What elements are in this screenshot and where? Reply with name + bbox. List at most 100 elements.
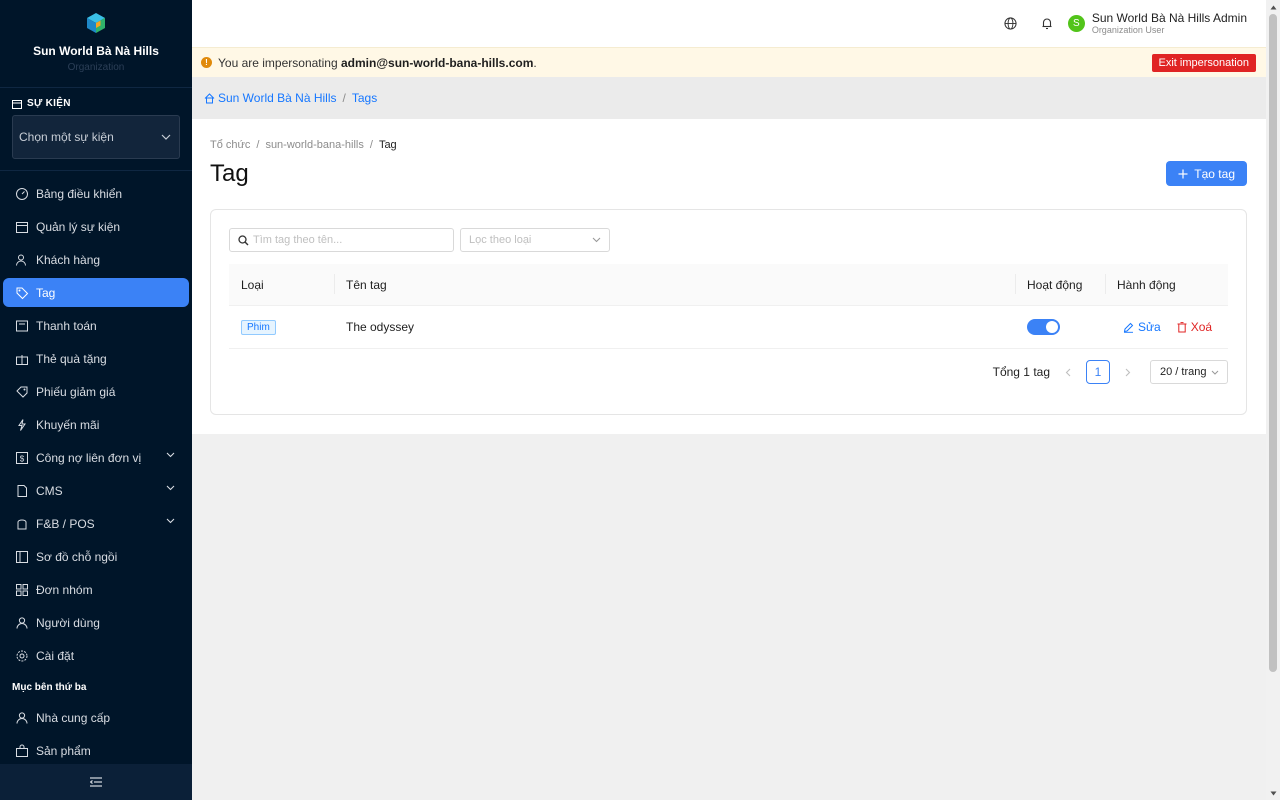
sidebar-item-cai-dat[interactable]: Cài đặt [3, 641, 189, 670]
sidebar-item-label: Thanh toán [36, 318, 97, 333]
type-filter-select[interactable] [460, 228, 610, 252]
type-filter-input[interactable] [469, 234, 592, 246]
coupon-icon [16, 386, 28, 398]
calendar-icon [12, 99, 22, 109]
sidebar-item-label: Bảng điều khiển [36, 186, 123, 201]
customers-icon [16, 254, 26, 266]
fnb-icon [17, 519, 27, 529]
page-size-select[interactable]: 20 / trang [1150, 360, 1228, 384]
edit-label: Sửa [1138, 320, 1161, 334]
page-breadcrumb: Tổ chức / sun-world-bana-hills / Tag [210, 139, 397, 151]
edit-icon [1123, 322, 1134, 333]
create-tag-button[interactable]: Tạo tag [1166, 161, 1247, 186]
svg-text:$: $ [20, 454, 25, 463]
scroll-down-arrow[interactable] [1266, 786, 1280, 800]
page-scrollbar[interactable] [1266, 0, 1280, 800]
event-select-placeholder: Chọn một sự kiện [19, 130, 114, 144]
prev-page-button[interactable] [1056, 360, 1080, 384]
sidebar: Sun World Bà Nà Hills Organization SỰ KI… [0, 0, 192, 800]
active-toggle[interactable] [1027, 319, 1060, 335]
bell-icon[interactable] [1040, 17, 1054, 31]
page-crumb-slug[interactable]: sun-world-bana-hills [265, 139, 363, 151]
brand-name: Sun World Bà Nà Hills [33, 44, 159, 58]
type-badge: Phim [241, 320, 276, 335]
sidebar-item-label: Quản lý sự kiện [36, 219, 121, 234]
tag-name: The odyssey [346, 320, 415, 334]
tag-table: Loại Tên tag Hoạt động Hành động Phim Th… [229, 264, 1228, 349]
chevron-left-icon [1065, 368, 1071, 376]
delete-button[interactable]: Xoá [1177, 320, 1212, 334]
supplier-icon [16, 711, 28, 724]
breadcrumb-home[interactable]: Sun World Bà Nà Hills [218, 91, 337, 105]
col-type-header: Loại [241, 277, 264, 292]
sidebar-item-so-do-cho-ngoi[interactable]: Sơ đồ chỗ ngồi [3, 542, 189, 571]
page-1-button[interactable]: 1 [1086, 360, 1110, 384]
chevron-down-icon [161, 134, 171, 140]
sidebar-item-bang-dieu-khien[interactable]: Bảng điều khiển [3, 179, 189, 208]
sidebar-item-label: Khách hàng [36, 252, 101, 267]
col-name-header: Tên tag [334, 273, 1015, 294]
sidebar-item-label: Công nợ liên đơn vị [36, 450, 142, 465]
table-row: Phim The odyssey Sửa Xoá [229, 306, 1228, 349]
sidebar-item-nha-cung-cap[interactable]: Nhà cung cấp [3, 703, 189, 732]
tag-icon [16, 287, 29, 299]
sidebar-item-san-pham[interactable]: Sản phẩm [3, 736, 189, 765]
sidebar-item-phieu-giam-gia[interactable]: Phiếu giảm giá [3, 377, 189, 406]
gift-icon [16, 354, 28, 365]
sidebar-item-cong-no-lien-don-vi[interactable]: $ Công nợ liên đơn vị [3, 443, 189, 472]
col-actions-header: Hành động [1105, 273, 1228, 294]
cms-icon [17, 484, 27, 497]
impersonation-suffix: . [533, 55, 537, 70]
sidebar-item-the-qua-tang[interactable]: Thẻ quà tặng [3, 344, 189, 373]
sidebar-item-thanh-toan[interactable]: Thanh toán [3, 311, 189, 340]
group-order-icon [16, 583, 28, 596]
search-icon [238, 234, 249, 245]
globe-icon[interactable] [1004, 17, 1018, 31]
col-active-header: Hoạt động [1015, 273, 1105, 294]
sidebar-item-tag[interactable]: Tag [3, 278, 189, 307]
pagination-total: Tổng 1 tag [992, 365, 1050, 379]
next-page-button[interactable] [1116, 360, 1140, 384]
empty-area [192, 434, 1266, 800]
sidebar-item-nguoi-dung[interactable]: Người dùng [3, 608, 189, 637]
content-panel: Tổ chức / sun-world-bana-hills / Tag Tag Tạo… [192, 119, 1266, 434]
edit-button[interactable]: Sửa [1123, 320, 1161, 334]
sidebar-item-don-nhom[interactable]: Đơn nhóm [3, 575, 189, 604]
sidebar-item-label: Sơ đồ chỗ ngồi [36, 549, 118, 564]
sidebar-item-label: F&B / POS [36, 516, 95, 531]
sidebar-item-label: Thẻ quà tặng [36, 351, 107, 366]
home-icon [204, 92, 215, 103]
search-box [229, 228, 454, 252]
breadcrumb: Sun World Bà Nà Hills / Tags [192, 77, 1266, 119]
menu-fold-icon [90, 777, 102, 787]
user-icon [16, 616, 28, 629]
scroll-up-arrow[interactable] [1266, 0, 1280, 14]
collapse-sidebar-button[interactable] [0, 764, 192, 800]
sidebar-item-label: Nhà cung cấp [36, 710, 111, 725]
user-menu[interactable]: S Sun World Bà Nà Hills Admin Organizati… [1067, 12, 1247, 35]
page-crumb-org[interactable]: Tổ chức [210, 139, 250, 151]
dashboard-icon [16, 187, 28, 200]
sidebar-item-khuyen-mai[interactable]: Khuyến mãi [3, 410, 189, 439]
tag-list-card: Loại Tên tag Hoạt động Hành động Phim Th… [210, 209, 1247, 415]
chevron-down-icon [166, 485, 175, 491]
filters [229, 228, 610, 252]
event-select[interactable]: Chọn một sự kiện [12, 115, 180, 159]
brand: Sun World Bà Nà Hills Organization [0, 0, 192, 88]
search-input[interactable] [253, 234, 453, 246]
sidebar-item-label: Người dùng [36, 615, 100, 630]
chevron-down-icon [1211, 370, 1219, 375]
user-role: Organization User [1091, 25, 1165, 35]
sidebar-item-f-b-pos[interactable]: F&B / POS [3, 509, 189, 538]
sidebar-item-label: Phiếu giảm giá [36, 384, 116, 399]
warning-icon: ! [201, 57, 212, 68]
chevron-down-icon [166, 452, 175, 458]
sidebar-item-quan-ly-su-kien[interactable]: Quản lý sự kiện [3, 212, 189, 241]
sidebar-item-cms[interactable]: CMS [3, 476, 189, 505]
table-header: Loại Tên tag Hoạt động Hành động [229, 264, 1228, 306]
seatmap-icon [16, 550, 28, 563]
scrollbar-thumb[interactable] [1269, 14, 1277, 672]
sidebar-item-khach-hang[interactable]: Khách hàng [3, 245, 189, 274]
breadcrumb-current[interactable]: Tags [352, 91, 377, 105]
exit-impersonation-button[interactable]: Exit impersonation [1151, 54, 1256, 72]
